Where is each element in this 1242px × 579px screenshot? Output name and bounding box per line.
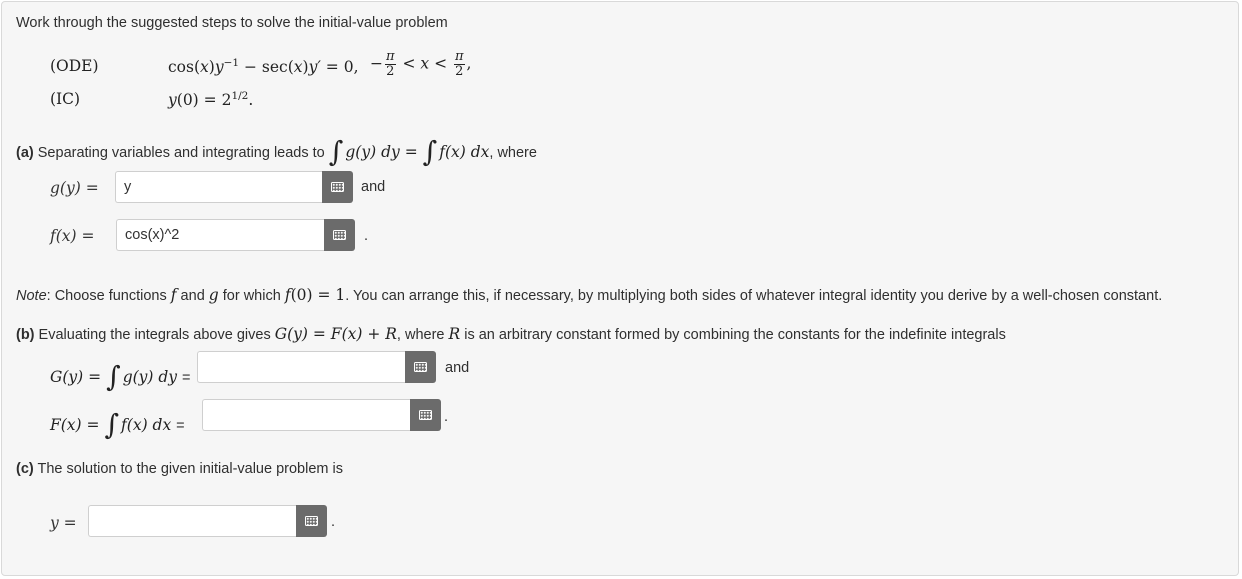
keyboard-icon: [419, 410, 432, 420]
G-input[interactable]: [197, 351, 405, 383]
part-b-text: (b) Evaluating the integrals above gives…: [16, 325, 1006, 343]
intro-text: Work through the suggested steps to solv…: [16, 15, 448, 31]
note-text: Note: Choose functions f and g for which…: [16, 286, 1163, 304]
keyboard-icon: [305, 516, 318, 526]
y-input[interactable]: [88, 505, 296, 537]
keyboard-icon: [331, 182, 344, 192]
f-math-keyboard-button[interactable]: [324, 219, 355, 251]
and-text-b: and: [445, 360, 470, 376]
y-math-keyboard-button[interactable]: [296, 505, 327, 537]
y-label: y =: [50, 514, 77, 532]
f-input[interactable]: cos(x)^2: [116, 219, 324, 251]
and-text-a: and: [361, 179, 386, 195]
keyboard-icon: [414, 362, 427, 372]
part-c-text: (c) The solution to the given initial-va…: [16, 461, 343, 477]
F-input[interactable]: [202, 399, 410, 431]
period-a: .: [364, 228, 369, 244]
G-math-keyboard-button[interactable]: [405, 351, 436, 383]
ode-equation: cos(x)y−1 − sec(x)y′ = 0,: [168, 57, 359, 77]
F-definition: F(x) = ∫ f(x) dx =: [50, 408, 185, 441]
keyboard-icon: [333, 230, 346, 240]
G-definition: G(y) = ∫ g(y) dy =: [50, 360, 191, 393]
period-c: .: [331, 514, 336, 530]
ic-label: (IC): [50, 90, 81, 108]
ic-equation: y(0) = 21/2.: [168, 90, 254, 110]
domain-interval: − π 2 < x < π2,: [370, 49, 472, 79]
g-label: g(y) =: [50, 179, 99, 197]
f-label: f(x) =: [50, 227, 95, 245]
F-math-keyboard-button[interactable]: [410, 399, 441, 431]
g-input[interactable]: y: [115, 171, 322, 203]
period-b: .: [444, 409, 449, 425]
ode-label: (ODE): [50, 57, 99, 75]
part-a-text: (a) Separating variables and integrating…: [16, 135, 537, 168]
g-math-keyboard-button[interactable]: [322, 171, 353, 203]
